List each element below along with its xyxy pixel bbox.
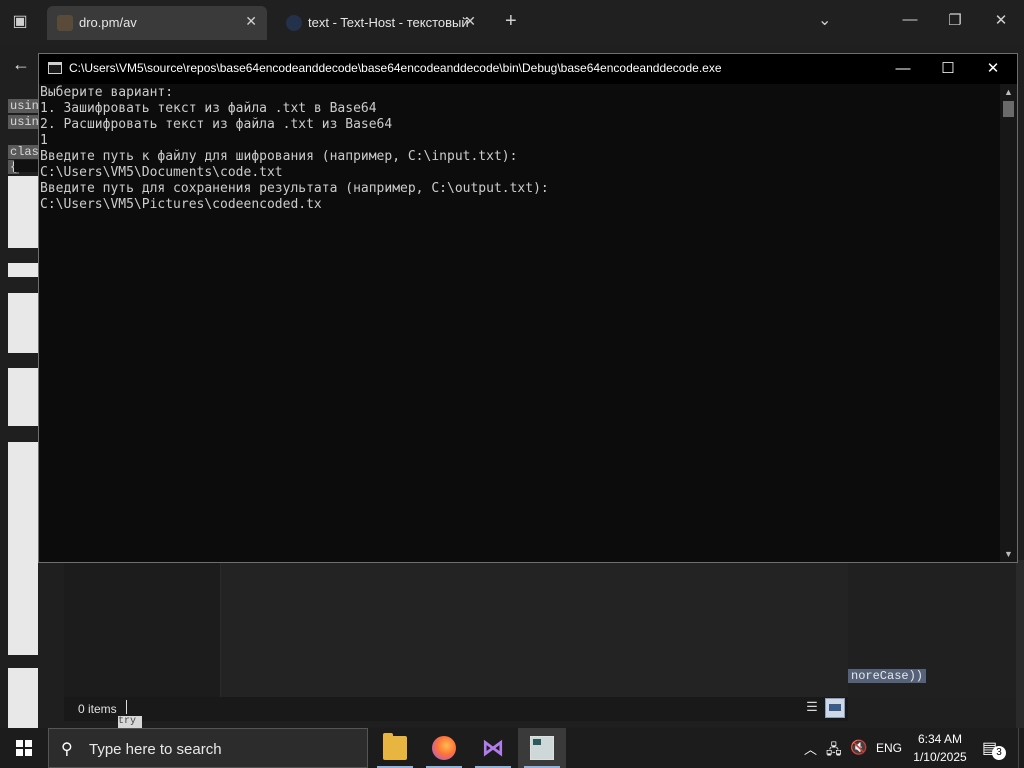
console-minimize-button[interactable]: — (891, 58, 915, 80)
taskbar: ⚲ Type here to search ⋈ ︿ 🖧 🔇 ENG 6:34 A… (0, 728, 1024, 768)
site-favicon-icon (57, 15, 73, 31)
background-panel (8, 368, 38, 426)
tab-title: dro.pm/av (79, 15, 137, 30)
code-fragment: noreCase)) (848, 669, 927, 683)
minimize-window-button[interactable]: — (900, 11, 920, 28)
folder-icon (383, 733, 407, 760)
back-arrow-icon[interactable]: ← (12, 54, 30, 75)
code-fragment: usin (8, 115, 41, 129)
close-tab-icon[interactable]: ✕ (245, 13, 257, 30)
language-indicator[interactable]: ENG (876, 741, 902, 755)
code-fragment: usin (8, 99, 41, 113)
chevron-down-icon[interactable]: ⌄ (818, 10, 831, 30)
site-favicon-icon (286, 15, 302, 31)
volume-muted-icon[interactable]: 🔇 (850, 739, 867, 756)
tab-text-host[interactable]: text - Text-Host - текстовый хо ✕ (276, 6, 486, 40)
show-desktop-button[interactable] (1018, 728, 1024, 768)
console-line: 1 (40, 133, 48, 148)
tab-actions-icon[interactable]: ▣ (10, 12, 30, 32)
scroll-up-icon[interactable]: ▲ (1000, 84, 1017, 100)
console-output[interactable]: Выберите вариант: 1. Зашифровать текст из… (40, 85, 1000, 563)
visual-studio-icon: ⋈ (482, 735, 504, 760)
console-scrollbar[interactable]: ▲ ▼ (1000, 84, 1017, 562)
file-explorer-taskbar-button[interactable] (371, 728, 419, 768)
console-line: C:\Users\VM5\Pictures\codeencoded.tx (40, 197, 322, 212)
visual-studio-taskbar-button[interactable]: ⋈ (469, 728, 517, 768)
console-line: Введите путь к файлу для шифрования (нап… (40, 149, 518, 164)
plus-icon[interactable]: + (505, 10, 517, 33)
console-title-bar[interactable]: C:\Users\VM5\source\repos\base64encodean… (39, 54, 1017, 84)
code-fragment: try (118, 716, 142, 728)
tab-title: text - Text-Host - текстовый хо (308, 15, 468, 30)
code-line (14, 160, 38, 172)
scrollbar[interactable] (1016, 560, 1024, 728)
console-line: Введите путь для сохранения результата (… (40, 181, 549, 196)
background-panel (8, 668, 38, 728)
background-panel (8, 263, 38, 277)
console-line: Выберите вариант: (40, 85, 174, 100)
close-window-button[interactable]: ✕ (991, 11, 1011, 29)
browser-tab-bar: ▣ dro.pm/av ✕ text - Text-Host - текстов… (0, 0, 1024, 44)
firefox-icon (432, 736, 456, 760)
scroll-thumb[interactable] (1003, 101, 1014, 117)
firefox-taskbar-button[interactable] (420, 728, 468, 768)
text-caret (126, 700, 127, 714)
tray-chevron-icon[interactable]: ︿ (804, 739, 817, 758)
console-maximize-button[interactable]: ☐ (936, 58, 960, 80)
system-clock[interactable]: 6:34 AM 1/10/2025 (905, 730, 975, 766)
item-count: 0 items (78, 702, 117, 716)
explorer-status-bar: 0 items (64, 697, 848, 721)
close-tab-icon[interactable]: ✕ (464, 13, 476, 30)
details-view-icon[interactable]: ☰ (803, 698, 821, 716)
background-panel (8, 442, 38, 655)
search-placeholder: Type here to search (89, 741, 222, 758)
restore-window-button[interactable]: ❐ (945, 11, 965, 29)
code-fragment: clas (8, 145, 41, 159)
console-line: C:\Users\VM5\Documents\code.txt (40, 165, 283, 180)
tab-dro-pm[interactable]: dro.pm/av ✕ (47, 6, 267, 40)
clock-time: 6:34 AM (917, 732, 963, 746)
start-button[interactable] (0, 728, 48, 768)
background-panel (8, 293, 38, 353)
taskbar-search[interactable]: ⚲ Type here to search (48, 728, 368, 768)
console-window: C:\Users\VM5\source\repos\base64encodean… (38, 53, 1018, 563)
console-app-icon (48, 62, 62, 74)
console-icon (530, 736, 554, 760)
scroll-down-icon[interactable]: ▼ (1000, 546, 1017, 562)
clock-date: 1/10/2025 (913, 750, 967, 764)
notification-center-button[interactable]: ▤ 3 (982, 738, 1006, 760)
file-explorer-window (64, 563, 848, 697)
network-icon[interactable]: 🖧 (826, 739, 842, 763)
background-panel (8, 176, 38, 248)
file-list-pane[interactable] (221, 563, 848, 697)
console-close-button[interactable]: ✕ (981, 58, 1005, 80)
console-taskbar-button[interactable] (518, 728, 566, 768)
console-line: 1. Зашифровать текст из файла .txt в Bas… (40, 101, 377, 116)
search-icon: ⚲ (61, 741, 73, 758)
windows-logo-icon (16, 740, 32, 756)
large-icons-view-icon[interactable] (825, 698, 845, 718)
console-title: C:\Users\VM5\source\repos\base64encodean… (69, 61, 722, 75)
navigation-pane[interactable] (64, 563, 221, 697)
console-line: 2. Расшифровать текст из файла .txt из B… (40, 117, 393, 132)
notification-count: 3 (992, 746, 1006, 760)
